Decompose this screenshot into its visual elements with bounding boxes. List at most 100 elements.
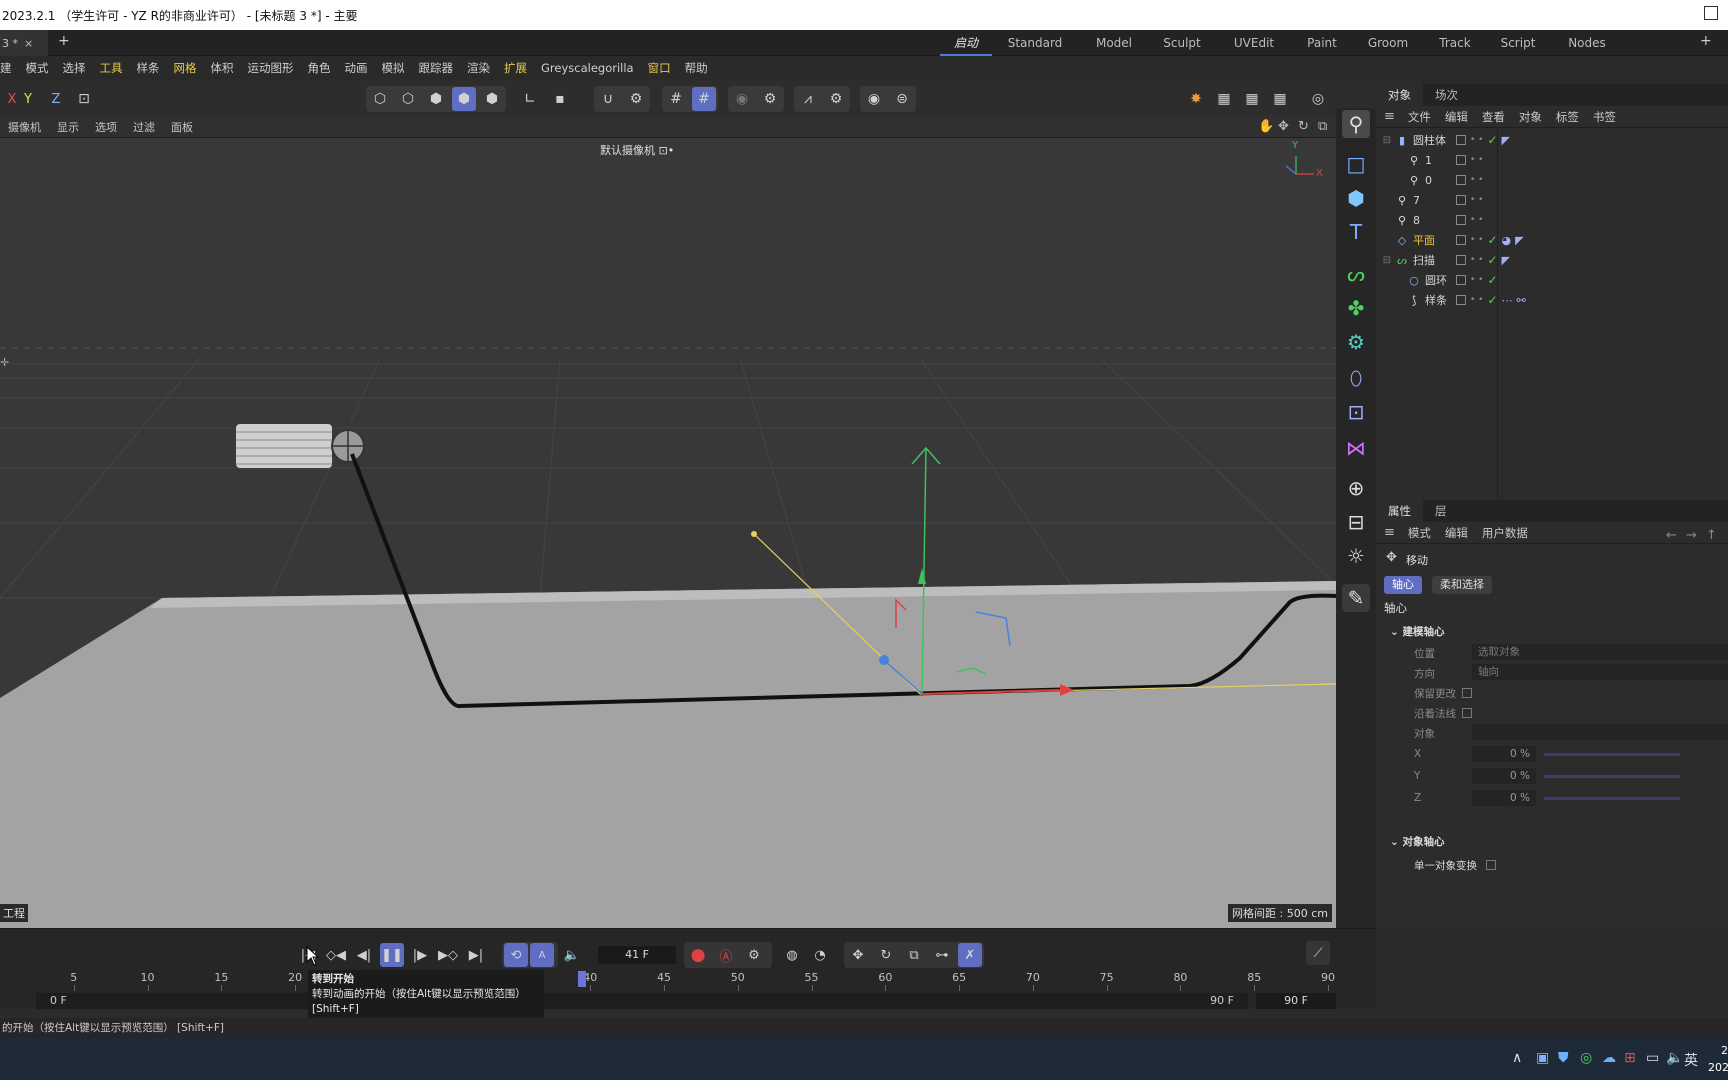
layer-icon[interactable]: ⊜ bbox=[890, 87, 914, 111]
render-to-picture-viewer-icon[interactable]: ▦ bbox=[1212, 87, 1236, 111]
null-object-icon[interactable]: ⚲ bbox=[1342, 110, 1370, 138]
object-row[interactable]: ⚲ 0 • • bbox=[1376, 170, 1728, 190]
quantize-icon[interactable]: ◉ bbox=[730, 87, 754, 111]
menu-item-8[interactable]: 角色 bbox=[301, 60, 338, 76]
object-axis-section[interactable]: ⌄ 对象轴心 bbox=[1390, 834, 1444, 849]
render-settings-icon[interactable]: ▦ bbox=[1268, 87, 1292, 111]
key-parameter-icon[interactable]: ⊶ bbox=[930, 943, 954, 967]
plane-object[interactable] bbox=[0, 581, 1336, 928]
expand-toggle-icon[interactable]: ⊟ bbox=[1380, 135, 1394, 146]
visibility-dots-icon[interactable]: • • bbox=[1470, 196, 1483, 205]
model-mode-icon[interactable]: ⬡ bbox=[368, 87, 392, 111]
cube-icon[interactable]: ⬢ bbox=[1342, 184, 1370, 212]
layout-tab-5[interactable]: Paint bbox=[1294, 30, 1350, 56]
view-settings-icon[interactable]: ◉ bbox=[862, 87, 886, 111]
pause-button[interactable]: ❚❚ bbox=[380, 943, 404, 967]
tray-app-icon[interactable]: ▣ bbox=[1536, 1050, 1549, 1066]
menu-item-6[interactable]: 体积 bbox=[204, 60, 241, 76]
menu-item-11[interactable]: 跟踪器 bbox=[412, 60, 461, 76]
y-percent-field[interactable]: 0 % bbox=[1472, 768, 1536, 784]
max-frame-field[interactable]: 90 F bbox=[1256, 993, 1336, 1009]
sweep-generator-icon[interactable]: ᔕ bbox=[1342, 260, 1370, 288]
menu-item-0[interactable]: 建 bbox=[0, 60, 19, 76]
key-rotation-icon[interactable]: ↻ bbox=[874, 943, 898, 967]
layout-tab-2[interactable]: Model bbox=[1078, 30, 1150, 56]
back-arrow-icon[interactable]: ← bbox=[1666, 528, 1677, 543]
layout-tab-3[interactable]: Sculpt bbox=[1150, 30, 1214, 56]
document-tab[interactable]: 3 * × bbox=[0, 30, 48, 56]
timeline-ruler[interactable]: 51015202530354045505560657075808590 bbox=[0, 971, 1336, 991]
solo-icon[interactable]: ▪ bbox=[548, 87, 572, 111]
quantize-settings-icon[interactable]: ⚙ bbox=[758, 87, 782, 111]
layer-edit-icon[interactable] bbox=[1456, 275, 1466, 285]
object-tag-icon[interactable]: ◤ bbox=[1515, 234, 1523, 247]
direction-dropdown[interactable]: 轴向 bbox=[1472, 664, 1728, 680]
menu-hamburger-icon[interactable]: ≡ bbox=[1376, 109, 1401, 124]
tray-tool-icon[interactable]: ⊞ bbox=[1624, 1050, 1636, 1066]
field-icon[interactable]: ⊡ bbox=[1342, 398, 1370, 426]
object-manager-menu-4[interactable]: 标签 bbox=[1549, 109, 1586, 125]
single-object-checkbox[interactable] bbox=[1486, 860, 1496, 870]
symmetry-icon[interactable]: ⩘ bbox=[796, 87, 820, 111]
deformer-icon[interactable]: ⬯ bbox=[1342, 364, 1370, 392]
z-axis-lock-button[interactable]: Z bbox=[44, 87, 68, 111]
layout-tab-6[interactable]: Groom bbox=[1350, 30, 1426, 56]
layer-edit-icon[interactable] bbox=[1456, 195, 1466, 205]
key-pla-icon[interactable]: ✗ bbox=[958, 943, 982, 967]
object-row[interactable]: ⊟ ▮ 圆柱体 • • ✓ ◤ bbox=[1376, 130, 1728, 150]
points-mode-icon[interactable]: ⬡ bbox=[396, 87, 420, 111]
layout-tab-7[interactable]: Track bbox=[1426, 30, 1484, 56]
viewport-menu-2[interactable]: 选项 bbox=[87, 119, 125, 135]
add-document-icon[interactable]: + bbox=[58, 33, 70, 49]
light-icon[interactable]: ☼ bbox=[1342, 542, 1370, 570]
edges-mode-icon[interactable]: ⬢ bbox=[424, 87, 448, 111]
interactive-render-icon[interactable]: ◎ bbox=[1306, 87, 1330, 111]
menu-item-13[interactable]: 扩展 bbox=[497, 60, 534, 76]
menu-item-16[interactable]: 帮助 bbox=[678, 60, 715, 76]
layer-edit-icon[interactable] bbox=[1456, 235, 1466, 245]
attribute-menu-0[interactable]: 模式 bbox=[1401, 525, 1438, 541]
menu-item-1[interactable]: 模式 bbox=[19, 60, 56, 76]
tray-overflow-icon[interactable]: ∧ bbox=[1512, 1050, 1522, 1066]
forward-arrow-icon[interactable]: → bbox=[1686, 528, 1697, 543]
modeling-axis-section[interactable]: ⌄ 建模轴心 bbox=[1390, 624, 1444, 639]
polygons-mode-icon[interactable]: ⬢ bbox=[452, 87, 476, 111]
visibility-dots-icon[interactable]: • • bbox=[1470, 256, 1483, 265]
layout-tab-0[interactable]: 启动 bbox=[940, 30, 992, 56]
cloner-icon[interactable]: ✤ bbox=[1342, 294, 1370, 322]
z-percent-field[interactable]: 0 % bbox=[1472, 790, 1536, 806]
cylinder-object[interactable] bbox=[236, 424, 365, 468]
x-slider[interactable] bbox=[1544, 753, 1680, 756]
object-manager-menu-0[interactable]: 文件 bbox=[1401, 109, 1438, 125]
playback-rate-button[interactable]: A bbox=[530, 943, 554, 967]
key-position-icon[interactable]: ✥ bbox=[846, 943, 870, 967]
layout-tab-9[interactable]: Nodes bbox=[1552, 30, 1622, 56]
timeline-graph-icon[interactable]: ⟋ bbox=[1306, 941, 1330, 965]
tray-shield-icon[interactable]: ⛊ bbox=[1558, 1050, 1569, 1066]
soft-selection-mode-tab[interactable]: 柔和选择 bbox=[1432, 576, 1492, 594]
menu-item-9[interactable]: 动画 bbox=[338, 60, 375, 76]
axis-mode-tab[interactable]: 轴心 bbox=[1384, 576, 1422, 594]
render-active-view-icon[interactable]: ✸ bbox=[1184, 87, 1208, 111]
tray-cloud-icon[interactable]: ☁ bbox=[1602, 1050, 1616, 1066]
preview-icon[interactable]: ◔ bbox=[808, 943, 832, 967]
object-manager-menu-5[interactable]: 书签 bbox=[1586, 109, 1623, 125]
spline-rectangle-icon[interactable]: □ bbox=[1342, 150, 1370, 178]
next-frame-button[interactable]: |▶ bbox=[408, 943, 432, 967]
network-icon[interactable]: ▭ bbox=[1646, 1050, 1659, 1066]
layer-edit-icon[interactable] bbox=[1456, 155, 1466, 165]
layer-edit-icon[interactable] bbox=[1456, 295, 1466, 305]
menu-item-15[interactable]: 窗口 bbox=[641, 60, 678, 76]
maximize-view-icon[interactable]: ⧉ bbox=[1318, 119, 1327, 134]
workplane-icon[interactable]: ∟ bbox=[518, 87, 542, 111]
menu-item-7[interactable]: 运动图形 bbox=[241, 60, 301, 76]
object-manager-tab-0[interactable]: 对象 bbox=[1376, 84, 1423, 106]
close-icon[interactable]: × bbox=[24, 37, 33, 50]
menu-item-3[interactable]: 工具 bbox=[93, 60, 130, 76]
environment-icon[interactable]: ⊕ bbox=[1342, 474, 1370, 502]
wechat-icon[interactable]: ◎ bbox=[1580, 1050, 1592, 1066]
viewport-menu-1[interactable]: 显示 bbox=[49, 119, 87, 135]
layout-tab-1[interactable]: Standard bbox=[992, 30, 1078, 56]
ime-indicator[interactable]: 英 bbox=[1684, 1050, 1698, 1070]
visibility-dots-icon[interactable]: • • bbox=[1470, 176, 1483, 185]
